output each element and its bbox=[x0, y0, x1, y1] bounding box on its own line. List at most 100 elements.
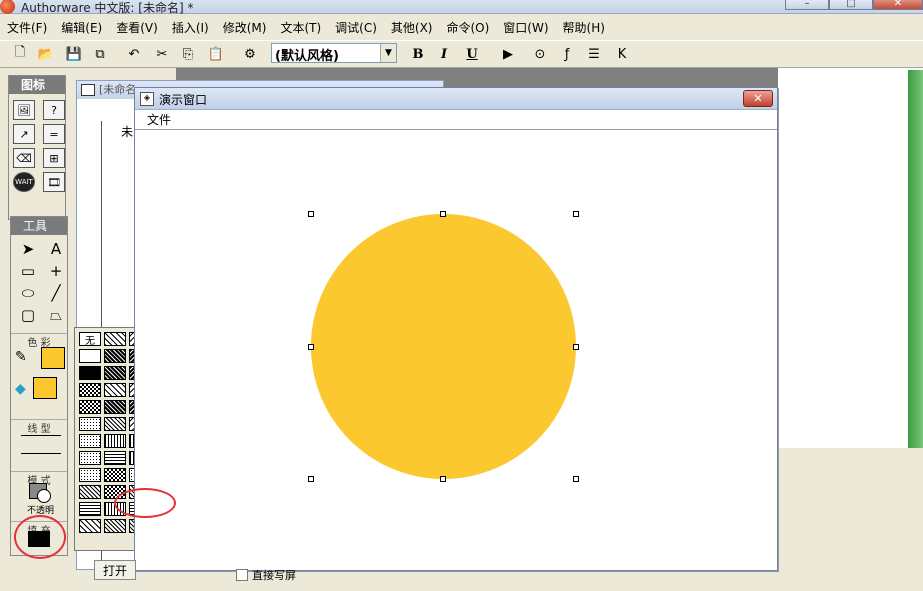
line-color-swatch[interactable] bbox=[41, 347, 65, 369]
presentation-menu-file[interactable]: 文件 bbox=[135, 110, 777, 130]
menu-command[interactable]: 命令(O) bbox=[439, 19, 496, 36]
pointer-tool-icon[interactable]: ➤ bbox=[15, 239, 41, 259]
polygon-tool-icon[interactable]: ⏢ bbox=[43, 305, 69, 325]
window-controls: – □ ✕ bbox=[785, 0, 923, 10]
direct-to-screen-label: 直接写屏 bbox=[252, 569, 296, 582]
menu-modify[interactable]: 修改(M) bbox=[216, 19, 274, 36]
menu-window[interactable]: 窗口(W) bbox=[496, 19, 555, 36]
flowline-item-label: 未 bbox=[121, 125, 134, 139]
diagonal-line-tool-icon[interactable]: ╱ bbox=[43, 283, 69, 303]
calculation-icon[interactable]: ⊞ bbox=[43, 148, 65, 168]
variables-icon[interactable]: ☰ bbox=[584, 44, 604, 64]
fill-pattern-option[interactable] bbox=[79, 400, 101, 414]
annotation-circle bbox=[14, 515, 66, 559]
selection-handle[interactable] bbox=[440, 476, 446, 482]
save-all-icon[interactable]: 💾 bbox=[64, 44, 84, 64]
selection-handle[interactable] bbox=[308, 211, 314, 217]
copy-icon[interactable]: ⎘ bbox=[178, 44, 198, 64]
paint-bucket-icon: ◆ bbox=[15, 381, 26, 397]
cut-icon[interactable]: ✂ bbox=[152, 44, 172, 64]
yellow-circle-shape[interactable] bbox=[311, 214, 576, 479]
app-logo-icon bbox=[0, 0, 15, 14]
minimize-button[interactable]: – bbox=[785, 0, 829, 10]
fill-pattern-option[interactable] bbox=[104, 417, 126, 431]
presentation-titlebar: ◈ 演示窗口 ✕ bbox=[135, 88, 777, 110]
selection-handle[interactable] bbox=[573, 211, 579, 217]
open-folder-icon[interactable]: 📂 bbox=[36, 44, 56, 64]
fill-pattern-option[interactable] bbox=[104, 468, 126, 482]
fill-pattern-option[interactable] bbox=[79, 366, 101, 380]
fill-pattern-option[interactable] bbox=[79, 417, 101, 431]
find-icon[interactable]: ⚙ bbox=[240, 44, 260, 64]
fill-pattern-option[interactable] bbox=[79, 519, 101, 533]
selection-handle[interactable] bbox=[573, 476, 579, 482]
underline-button[interactable]: U bbox=[462, 44, 482, 64]
import-icon[interactable]: ⧉ bbox=[90, 44, 110, 64]
ellipse-tool-icon[interactable]: ⬭ bbox=[15, 283, 41, 303]
fill-pattern-option[interactable] bbox=[79, 434, 101, 448]
movie-icon[interactable]: 🎞 bbox=[43, 172, 65, 192]
selection-handle[interactable] bbox=[308, 344, 314, 350]
menu-insert[interactable]: 插入(I) bbox=[165, 19, 216, 36]
wait-icon[interactable]: WAIT bbox=[13, 172, 35, 192]
functions-icon[interactable]: ƒ bbox=[557, 44, 577, 64]
pencil-icon: ✎ bbox=[15, 349, 27, 365]
document-icon bbox=[81, 84, 95, 96]
menu-help[interactable]: 帮助(H) bbox=[556, 19, 612, 36]
menu-edit[interactable]: 编辑(E) bbox=[54, 19, 109, 36]
interaction-icon[interactable]: = bbox=[43, 124, 65, 144]
direct-to-screen-checkbox[interactable] bbox=[236, 569, 248, 581]
new-file-icon[interactable]: 🗋 bbox=[10, 44, 30, 64]
menu-file[interactable]: 文件(F) bbox=[0, 19, 54, 36]
paste-icon[interactable]: 📋 bbox=[206, 44, 226, 64]
chevron-down-icon[interactable]: ▼ bbox=[380, 44, 396, 62]
fill-pattern-option[interactable] bbox=[104, 400, 126, 414]
menu-other[interactable]: 其他(X) bbox=[384, 19, 440, 36]
fill-pattern-option[interactable] bbox=[79, 485, 101, 499]
fill-pattern-option[interactable] bbox=[104, 349, 126, 363]
motion-icon[interactable]: ↗ bbox=[13, 124, 35, 144]
menu-view[interactable]: 查看(V) bbox=[109, 19, 165, 36]
fill-pattern-option[interactable] bbox=[79, 468, 101, 482]
app-titlebar: Authorware 中文版: [未命名] * – □ ✕ bbox=[0, 0, 923, 15]
control-panel-icon[interactable]: ⊙ bbox=[530, 44, 550, 64]
display-icon[interactable]: 🖼 bbox=[13, 100, 35, 120]
fill-pattern-option[interactable] bbox=[79, 349, 101, 363]
line-style-option[interactable] bbox=[21, 435, 61, 436]
fill-pattern-option[interactable] bbox=[104, 451, 126, 465]
fill-pattern-option[interactable] bbox=[104, 383, 126, 397]
selection-handle[interactable] bbox=[308, 476, 314, 482]
fill-pattern-option[interactable] bbox=[79, 383, 101, 397]
fill-pattern-option[interactable] bbox=[104, 519, 126, 533]
fill-pattern-option[interactable] bbox=[104, 366, 126, 380]
menubar: 文件(F) 编辑(E) 查看(V) 插入(I) 修改(M) 文本(T) 调试(C… bbox=[0, 16, 923, 38]
bold-button[interactable]: B bbox=[408, 44, 428, 64]
menu-debug[interactable]: 调试(C) bbox=[328, 19, 384, 36]
rounded-rect-tool-icon[interactable]: ▢ bbox=[15, 305, 41, 325]
fill-pattern-option[interactable] bbox=[104, 332, 126, 346]
open-button[interactable]: 打开 bbox=[94, 560, 136, 580]
text-tool-icon[interactable]: A bbox=[43, 239, 69, 259]
erase-icon[interactable]: ⌫ bbox=[13, 148, 35, 168]
knowledge-objects-icon[interactable]: K bbox=[612, 44, 632, 64]
fill-pattern-option[interactable] bbox=[104, 434, 126, 448]
italic-button[interactable]: I bbox=[434, 44, 454, 64]
fill-color-swatch[interactable] bbox=[33, 377, 57, 399]
fill-pattern-option[interactable] bbox=[79, 502, 101, 516]
selection-handle[interactable] bbox=[440, 211, 446, 217]
presentation-close-button[interactable]: ✕ bbox=[743, 90, 773, 107]
menu-text[interactable]: 文本(T) bbox=[273, 19, 328, 36]
close-button[interactable]: ✕ bbox=[873, 0, 923, 10]
undo-icon[interactable]: ↶ bbox=[124, 44, 144, 64]
maximize-button[interactable]: □ bbox=[829, 0, 873, 10]
presentation-window-icon: ◈ bbox=[140, 92, 154, 106]
fill-pattern-option[interactable] bbox=[79, 451, 101, 465]
rectangle-tool-icon[interactable]: ▭ bbox=[15, 261, 41, 281]
selection-handle[interactable] bbox=[573, 344, 579, 350]
run-icon[interactable]: ▶ bbox=[498, 44, 518, 64]
text-style-select[interactable]: (默认风格) ▼ bbox=[271, 43, 397, 64]
decision-icon[interactable]: ? bbox=[43, 100, 65, 120]
line-style-option[interactable] bbox=[21, 453, 61, 454]
fill-none-option[interactable]: 无 bbox=[79, 332, 101, 347]
line-tool-icon[interactable]: + bbox=[43, 261, 69, 281]
